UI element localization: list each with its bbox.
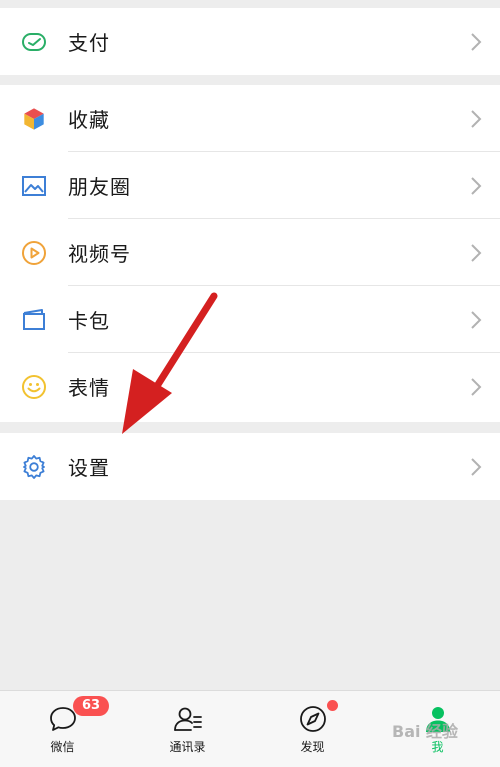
pay-section: 支付 xyxy=(0,8,500,75)
chevron-right-icon xyxy=(470,310,482,330)
tab-label: 通讯录 xyxy=(169,740,206,754)
settings-section: 设置 xyxy=(0,433,500,500)
cube-icon xyxy=(20,105,48,133)
tab-contacts[interactable]: 通讯录 xyxy=(125,691,250,767)
menu-row-label: 表情 xyxy=(68,376,110,400)
smiley-icon xyxy=(20,373,48,401)
menu-row-settings[interactable]: 设置 xyxy=(0,433,500,500)
features-section: 收藏 朋友圈 视频号 卡包 表情 xyxy=(0,85,500,422)
tab-label: 我 xyxy=(431,740,444,754)
tab-me[interactable]: 我 xyxy=(375,691,500,767)
chevron-right-icon xyxy=(470,176,482,196)
menu-row-pay[interactable]: 支付 xyxy=(0,8,500,75)
menu-row-label: 卡包 xyxy=(68,309,110,333)
menu-row-label: 视频号 xyxy=(68,242,131,266)
notification-dot xyxy=(327,700,338,711)
chevron-right-icon xyxy=(470,109,482,129)
menu-row-stickers[interactable]: 表情 xyxy=(0,353,500,420)
tab-label: 微信 xyxy=(50,740,75,754)
tab-label: 发现 xyxy=(300,740,325,754)
card-wallet-icon xyxy=(20,306,48,334)
chevron-right-icon xyxy=(470,243,482,263)
chevron-right-icon xyxy=(470,457,482,477)
gear-icon xyxy=(20,453,48,481)
play-circle-icon xyxy=(20,239,48,267)
chevron-right-icon xyxy=(470,32,482,52)
menu-row-moments[interactable]: 朋友圈 xyxy=(0,152,500,219)
menu-row-favorites[interactable]: 收藏 xyxy=(0,85,500,152)
menu-row-label: 设置 xyxy=(68,456,110,480)
tab-discover[interactable]: 发现 xyxy=(250,691,375,767)
menu-row-label: 收藏 xyxy=(68,108,110,132)
wallet-icon xyxy=(20,28,48,56)
tab-chats[interactable]: 63 微信 xyxy=(0,691,125,767)
menu-row-label: 支付 xyxy=(68,31,110,55)
menu-row-label: 朋友圈 xyxy=(68,175,131,199)
chevron-right-icon xyxy=(470,377,482,397)
unread-badge: 63 xyxy=(73,696,109,716)
contacts-icon xyxy=(172,703,204,735)
compass-icon xyxy=(297,703,329,735)
bottom-tab-bar: 63 微信 通讯录 发现 我 xyxy=(0,690,500,767)
menu-row-channels[interactable]: 视频号 xyxy=(0,219,500,286)
menu-row-cards[interactable]: 卡包 xyxy=(0,286,500,353)
person-icon xyxy=(422,703,454,735)
image-icon xyxy=(20,172,48,200)
